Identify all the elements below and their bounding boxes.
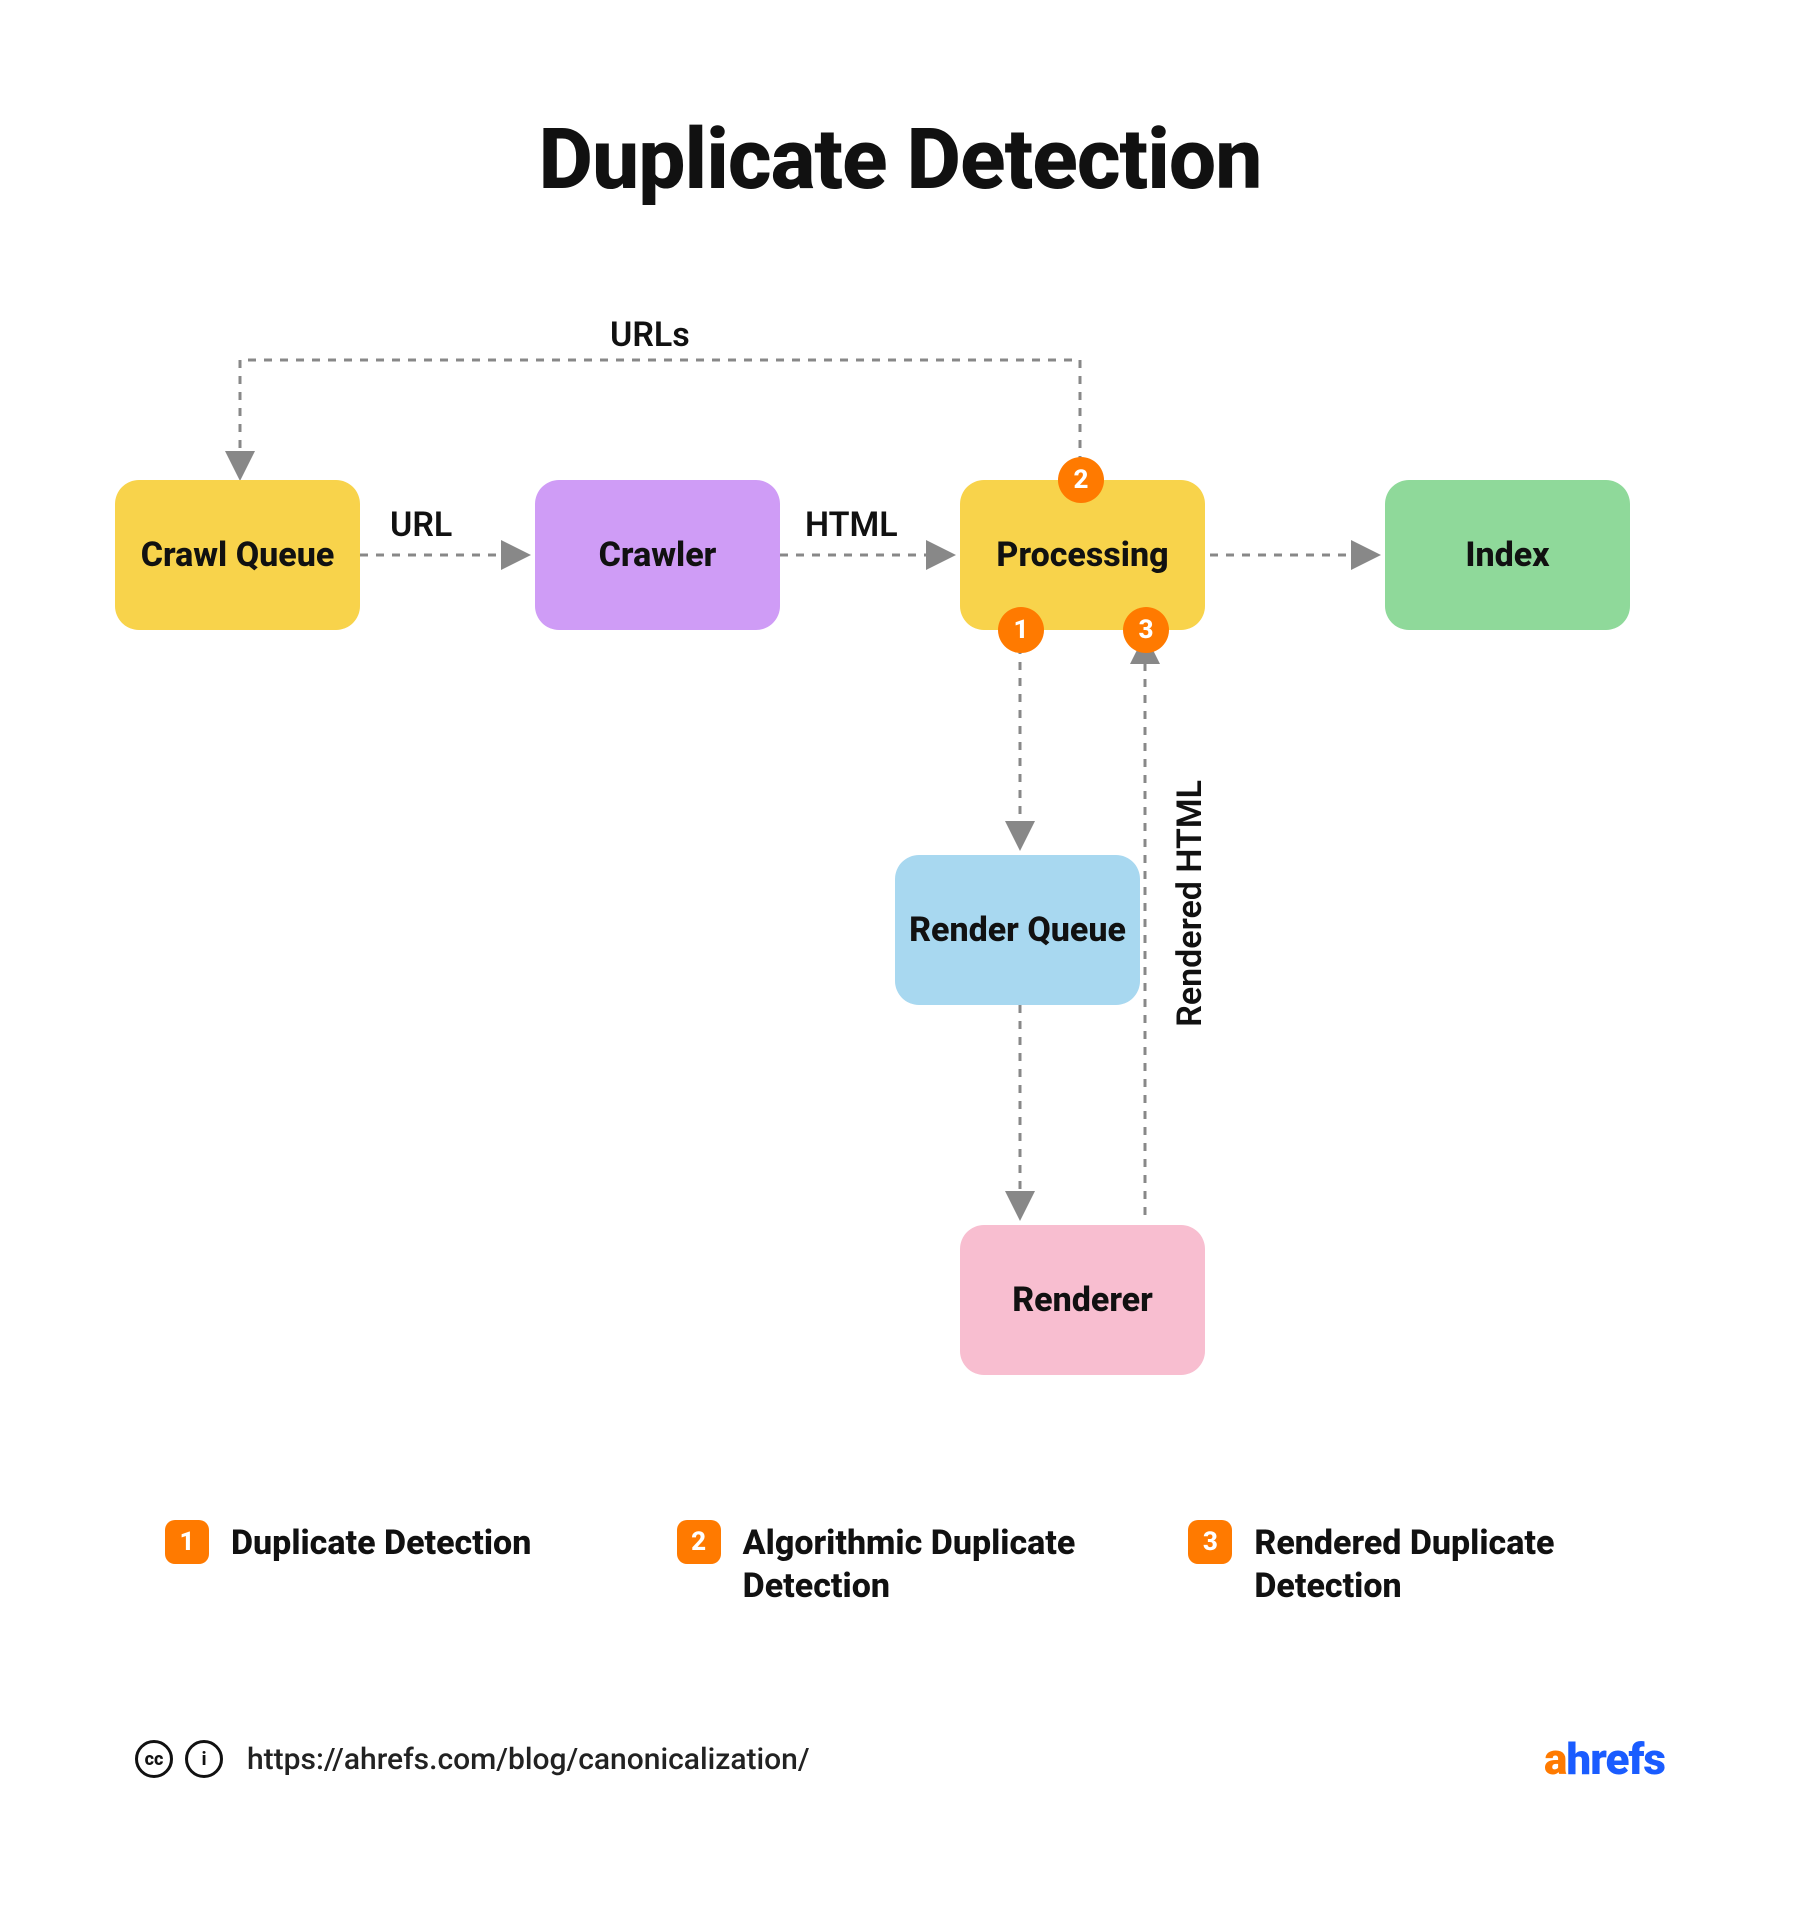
node-label: Crawler <box>599 535 717 576</box>
node-label: Index <box>1465 535 1549 576</box>
badge-1: 1 <box>998 607 1044 653</box>
edge-label-url: URL <box>390 505 452 545</box>
legend-text: Algorithmic Duplicate Detection <box>743 1520 1103 1607</box>
node-crawl-queue: Crawl Queue <box>115 480 360 630</box>
legend-text: Duplicate Detection <box>231 1520 531 1565</box>
footer-url: https://ahrefs.com/blog/canonicalization… <box>247 1742 810 1777</box>
legend-item-1: 1 Duplicate Detection <box>165 1520 647 1607</box>
brand-part-2: hrefs <box>1566 1733 1665 1785</box>
node-render-queue: Render Queue <box>895 855 1140 1005</box>
edge-label-html: HTML <box>805 505 898 545</box>
legend-badge: 3 <box>1188 1520 1232 1564</box>
legend-text: Rendered Duplicate Detection <box>1254 1520 1614 1607</box>
legend: 1 Duplicate Detection 2 Algorithmic Dupl… <box>165 1520 1670 1607</box>
legend-item-3: 3 Rendered Duplicate Detection <box>1188 1520 1670 1607</box>
brand-logo: ahrefs <box>1544 1733 1665 1785</box>
legend-badge: 2 <box>677 1520 721 1564</box>
node-label: Renderer <box>1012 1280 1153 1321</box>
badge-3: 3 <box>1123 607 1169 653</box>
legend-badge: 1 <box>165 1520 209 1564</box>
node-index: Index <box>1385 480 1630 630</box>
arrow-layer <box>80 300 1720 1400</box>
diagram-title: Duplicate Detection <box>0 110 1800 209</box>
badge-2: 2 <box>1058 457 1104 503</box>
cc-icon: cc <box>135 1740 173 1778</box>
node-crawler: Crawler <box>535 480 780 630</box>
node-label: Crawl Queue <box>141 535 335 576</box>
node-label: Processing <box>996 535 1168 576</box>
footer: cc https://ahrefs.com/blog/canonicalizat… <box>135 1733 1665 1785</box>
diagram-canvas: Crawl Queue Crawler Processing Index Ren… <box>80 300 1720 1400</box>
edge-label-rendered-html: Rendered HTML <box>1170 780 1210 1027</box>
cc-by-icon <box>185 1740 223 1778</box>
node-renderer: Renderer <box>960 1225 1205 1375</box>
brand-part-1: a <box>1544 1733 1566 1785</box>
node-label: Render Queue <box>909 910 1126 951</box>
footer-left: cc https://ahrefs.com/blog/canonicalizat… <box>135 1740 810 1778</box>
legend-item-2: 2 Algorithmic Duplicate Detection <box>677 1520 1159 1607</box>
edge-label-urls: URLs <box>610 315 690 355</box>
